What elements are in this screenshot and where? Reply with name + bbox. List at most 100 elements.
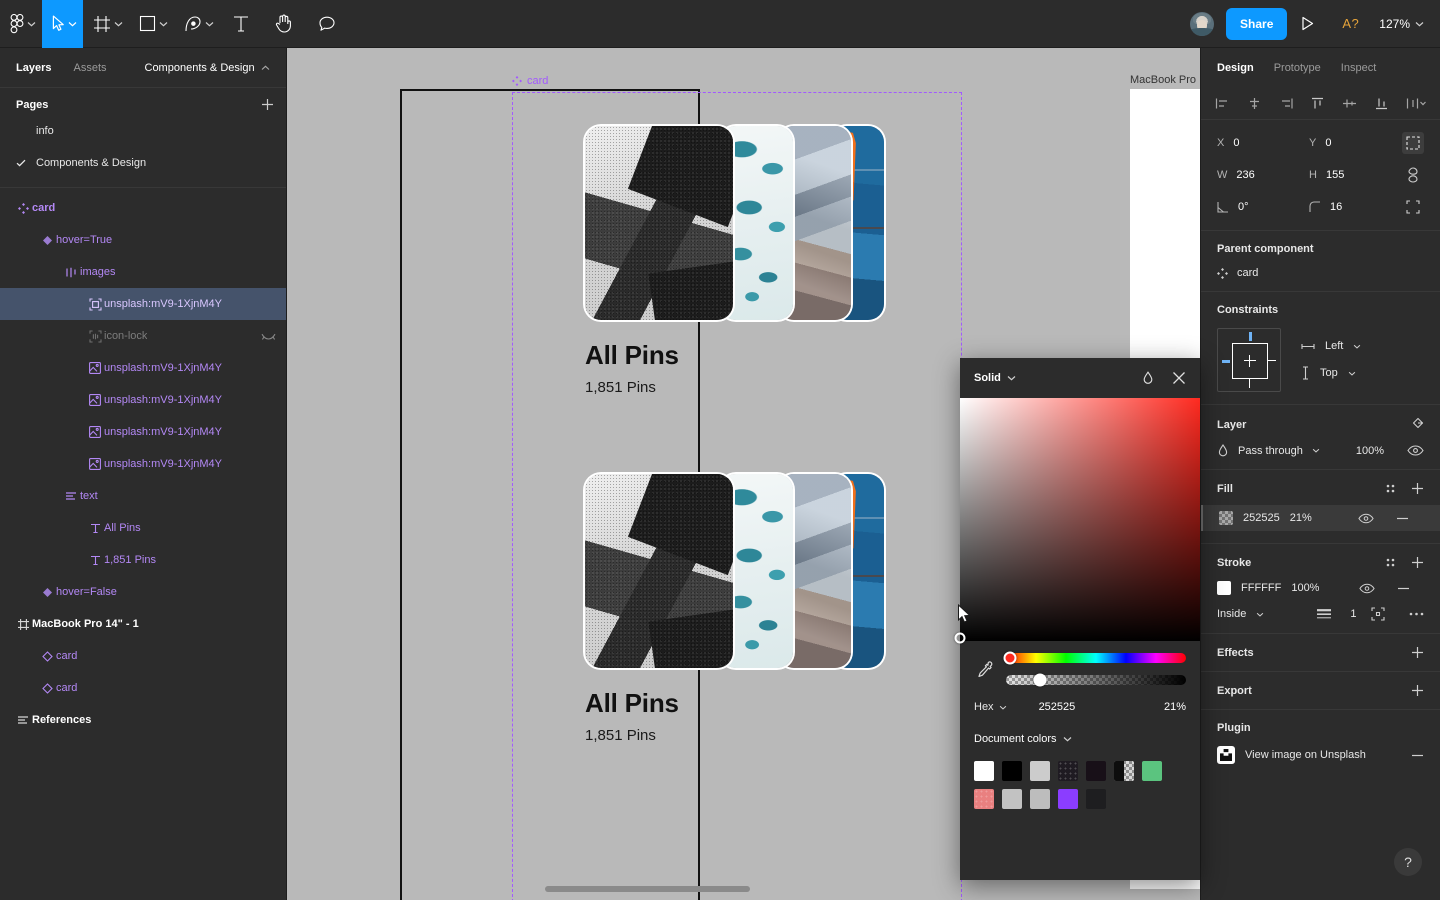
alpha-slider-knob[interactable] [1033, 673, 1047, 687]
y-field[interactable]: Y 0 [1309, 137, 1401, 149]
rotation-field[interactable]: 0° [1217, 201, 1309, 213]
layer-row-card-component[interactable]: card [0, 192, 286, 224]
document-color-swatch[interactable] [1058, 761, 1078, 781]
fill-item-row[interactable]: 252525 21% [1201, 505, 1440, 531]
share-button[interactable]: Share [1226, 7, 1288, 40]
document-color-swatch[interactable] [1002, 761, 1022, 781]
advanced-stroke-icon[interactable] [1371, 607, 1385, 621]
stroke-opacity-value[interactable]: 100% [1291, 582, 1349, 594]
color-mode-label[interactable]: Solid [974, 372, 1001, 384]
stroke-item-row[interactable]: FFFFFF 100% [1217, 581, 1424, 595]
align-left-icon[interactable] [1215, 97, 1230, 110]
add-export-icon[interactable] [1411, 684, 1424, 697]
layer-visibility-icon[interactable] [1407, 445, 1424, 456]
layer-row-images[interactable]: images [0, 256, 286, 288]
saturation-value-area[interactable] [954, 398, 1200, 644]
layer-opacity-value[interactable]: 100% [1356, 445, 1384, 457]
present-button[interactable] [1287, 16, 1328, 31]
tab-inspect[interactable]: Inspect [1341, 62, 1376, 74]
blend-mode-value[interactable]: Pass through [1238, 445, 1303, 457]
align-horizontal-center-icon[interactable] [1247, 97, 1262, 110]
x-field[interactable]: X 0 [1217, 137, 1309, 149]
move-tool-button[interactable] [42, 0, 83, 48]
resize-to-fit-icon[interactable] [1402, 132, 1424, 154]
vertical-constraint-dropdown[interactable]: Top [1301, 366, 1361, 380]
align-top-icon[interactable] [1310, 97, 1325, 110]
layer-row-unsplash-2[interactable]: unsplash:mV9-1XjnM4Y [0, 352, 286, 384]
card-instance-1[interactable]: All Pins 1,851 Pins [585, 126, 884, 396]
layer-row-hover-false[interactable]: hover=False [0, 576, 286, 608]
document-colors-header[interactable]: Document colors [974, 733, 1186, 745]
frame-tool-button[interactable] [83, 0, 129, 48]
hue-slider[interactable] [1003, 651, 1186, 665]
layer-row-card-instance-2[interactable]: card [0, 672, 286, 704]
parent-component-row[interactable]: card [1217, 267, 1424, 279]
document-color-swatch[interactable] [974, 761, 994, 781]
layer-row-hover-true[interactable]: hover=True [0, 224, 286, 256]
stroke-align-value[interactable]: Inside [1217, 608, 1246, 620]
text-tool-button[interactable] [220, 0, 262, 48]
pen-tool-button[interactable] [174, 0, 220, 48]
stroke-weight-value[interactable]: 1 [1350, 608, 1356, 620]
fill-hex-value[interactable]: 252525 [1243, 512, 1280, 524]
tab-assets[interactable]: Assets [73, 62, 106, 74]
eyedropper-icon[interactable] [974, 660, 996, 678]
zoom-control[interactable]: 127% [1373, 17, 1440, 31]
close-icon[interactable] [1172, 371, 1186, 385]
alpha-slider[interactable] [1006, 673, 1186, 687]
hex-value-input[interactable]: 252525 [1039, 701, 1076, 713]
constraints-widget[interactable] [1217, 328, 1281, 392]
add-stroke-icon[interactable] [1411, 556, 1424, 569]
layer-row-references[interactable]: References [0, 704, 286, 736]
layer-row-unsplash-4[interactable]: unsplash:mV9-1XjnM4Y [0, 416, 286, 448]
document-color-swatch[interactable] [1142, 761, 1162, 781]
remove-stroke-icon[interactable] [1397, 587, 1410, 590]
tab-layers[interactable]: Layers [16, 62, 51, 74]
user-avatar[interactable] [1190, 11, 1215, 36]
document-color-swatch[interactable] [1002, 789, 1022, 809]
layer-row-unsplash-5[interactable]: unsplash:mV9-1XjnM4Y [0, 448, 286, 480]
layer-row-card-instance-1[interactable]: card [0, 640, 286, 672]
plugin-item-row[interactable]: View image on Unsplash [1217, 746, 1424, 764]
remove-fill-icon[interactable] [1396, 517, 1409, 520]
layer-settings-icon[interactable] [1407, 417, 1424, 432]
add-fill-icon[interactable] [1411, 482, 1424, 495]
hand-tool-button[interactable] [262, 0, 305, 48]
fill-opacity-value[interactable]: 21% [1290, 512, 1348, 524]
stroke-styles-icon[interactable] [1384, 556, 1397, 569]
document-color-swatch[interactable] [974, 789, 994, 809]
independent-corners-icon[interactable] [1402, 196, 1424, 218]
document-color-swatch[interactable] [1114, 761, 1134, 781]
comment-tool-button[interactable] [305, 0, 349, 48]
add-page-icon[interactable] [261, 98, 274, 111]
fill-color-swatch[interactable] [1219, 511, 1233, 525]
corner-radius-field[interactable]: 16 [1309, 201, 1401, 213]
align-bottom-icon[interactable] [1374, 97, 1389, 110]
align-right-icon[interactable] [1279, 97, 1294, 110]
document-color-swatch[interactable] [1030, 761, 1050, 781]
page-item-info[interactable]: info [0, 115, 286, 147]
canvas-horizontal-scrollbar[interactable] [545, 886, 750, 892]
card-image-1[interactable] [585, 126, 733, 320]
document-color-swatch[interactable] [1086, 789, 1106, 809]
stroke-visibility-icon[interactable] [1359, 583, 1376, 594]
shape-tool-button[interactable] [129, 0, 174, 48]
distribute-icon[interactable] [1406, 97, 1426, 110]
layer-row-macbook-frame[interactable]: MacBook Pro 14" - 1 [0, 608, 286, 640]
width-field[interactable]: W 236 [1217, 169, 1309, 181]
opacity-value-input[interactable]: 21% [1164, 701, 1186, 713]
layer-row-all-pins[interactable]: All Pins [0, 512, 286, 544]
color-picker-popover[interactable]: Solid Hex 252525 21% Document colors [954, 358, 1200, 880]
layer-row-unsplash-selected[interactable]: unsplash:mV9-1XjnM4Y [0, 288, 286, 320]
layer-row-icon-lock[interactable]: icon-lock [0, 320, 286, 352]
figma-menu-button[interactable] [0, 0, 42, 48]
tab-design[interactable]: Design [1217, 62, 1254, 74]
layer-row-1851-pins[interactable]: 1,851 Pins [0, 544, 286, 576]
layer-row-text[interactable]: text [0, 480, 286, 512]
horizontal-constraint-dropdown[interactable]: Left [1301, 340, 1361, 352]
saturation-cursor[interactable] [954, 632, 966, 644]
lock-aspect-ratio-icon[interactable] [1402, 164, 1424, 186]
stroke-more-icon[interactable] [1409, 612, 1424, 616]
stroke-color-swatch[interactable] [1217, 581, 1231, 595]
help-button[interactable]: ? [1394, 848, 1422, 876]
